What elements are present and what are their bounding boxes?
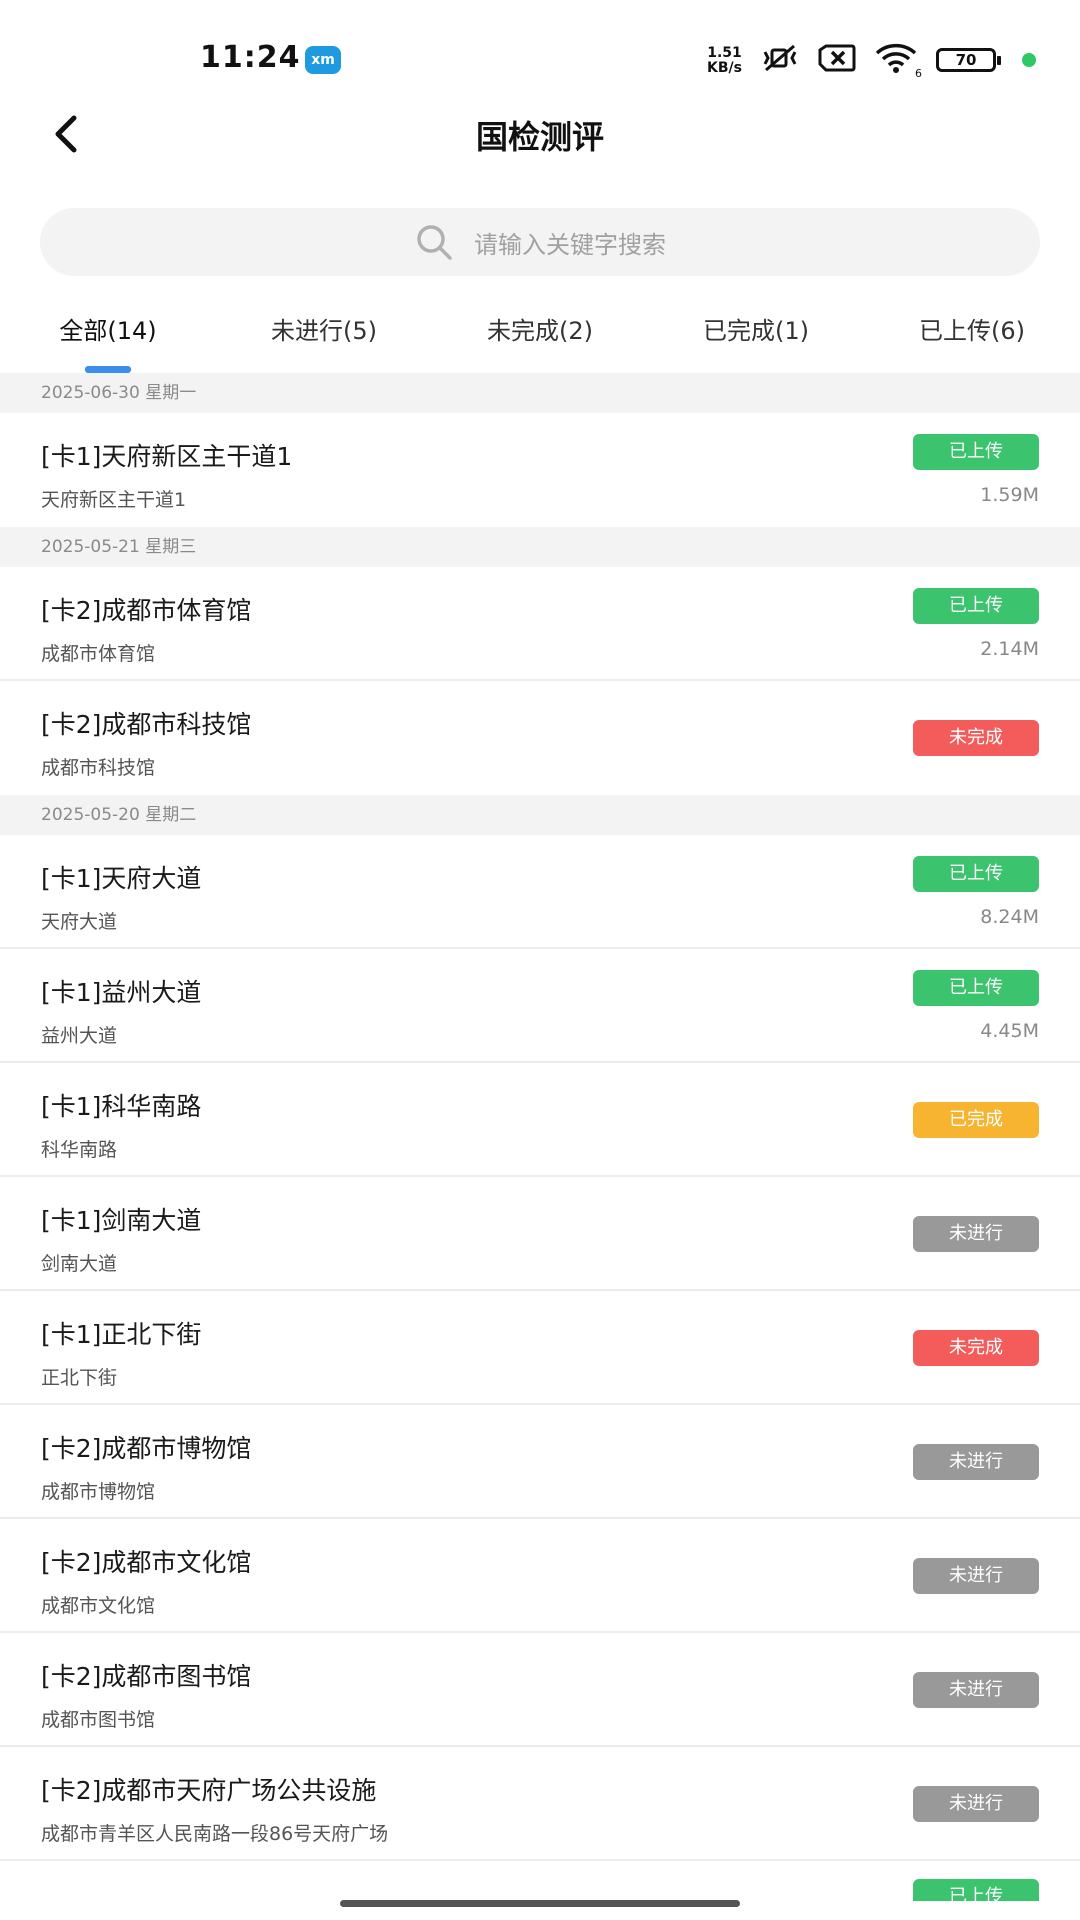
network-speed-value: 1.51 <box>707 45 742 61</box>
item-title: [卡2]成都市博物馆 <box>41 1434 252 1463</box>
status-icons: 6 70 <box>760 42 1036 80</box>
item-subtitle: 天府新区主干道1 <box>41 489 187 511</box>
status-time: 11:24 <box>200 40 301 75</box>
list-item[interactable]: [卡2]成都市科技馆成都市科技馆 未完成 <box>0 681 1080 795</box>
date-group-header: 2025-05-20 星期二 <box>0 795 1080 835</box>
item-subtitle: 剑南大道 <box>41 1253 118 1275</box>
mute-vibrate-icon <box>760 42 800 78</box>
status-badge: 未完成 <box>913 720 1039 756</box>
app-notification-icon: xm <box>305 46 341 74</box>
file-size: 2.14M <box>980 638 1039 660</box>
status-badge: 已上传 <box>913 970 1039 1006</box>
file-size: 1.59M <box>980 484 1039 506</box>
status-badge: 未进行 <box>913 1786 1039 1822</box>
list-item[interactable]: [卡1]天府新区主干道1 天府新区主干道1 已上传 1.59M <box>0 413 1080 527</box>
network-speed-unit: KB/s <box>707 60 742 76</box>
item-title: [卡1]天府大道 <box>41 864 202 893</box>
item-subtitle: 正北下街 <box>41 1367 118 1389</box>
item-title: [卡2]成都市天府广场公共设施 <box>41 1776 377 1805</box>
file-size: 8.24M <box>980 906 1039 928</box>
list-item[interactable]: [卡1]剑南大道剑南大道 未进行 <box>0 1177 1080 1291</box>
item-subtitle: 成都市科技馆 <box>41 757 156 779</box>
tab-completed[interactable]: 已完成(1) <box>648 296 864 372</box>
item-title: [卡1]剑南大道 <box>41 1206 202 1235</box>
item-subtitle: 成都市文化馆 <box>41 1595 156 1617</box>
file-size: 4.45M <box>980 1020 1039 1042</box>
item-title: [卡1]天府新区主干道1 <box>41 442 293 471</box>
tab-all[interactable]: 全部(14) <box>0 296 216 372</box>
item-subtitle: 成都市图书馆 <box>41 1709 156 1731</box>
tab-uploaded[interactable]: 已上传(6) <box>864 296 1080 372</box>
item-title: [卡1]益州大道 <box>41 978 202 1007</box>
list-item[interactable]: [卡2]成都市图书馆成都市图书馆 未进行 <box>0 1633 1080 1747</box>
item-title: [卡2]成都市图书馆 <box>41 1662 252 1691</box>
item-title: [卡1]正北下街 <box>41 1320 202 1349</box>
list-item[interactable]: [卡2]成都市博物馆成都市博物馆 未进行 <box>0 1405 1080 1519</box>
list-item[interactable]: [卡1]正北下街正北下街 未完成 <box>0 1291 1080 1405</box>
status-badge: 未完成 <box>913 1330 1039 1366</box>
list-item-partial[interactable]: 已上传 <box>0 1861 1080 1901</box>
status-badge: 已上传 <box>913 856 1039 892</box>
item-subtitle: 成都市博物馆 <box>41 1481 156 1503</box>
date-group-header: 2025-05-21 星期三 <box>0 527 1080 567</box>
item-title: [卡1]科华南路 <box>41 1092 202 1121</box>
search-input[interactable]: 请输入关键字搜索 <box>40 208 1040 276</box>
item-title: [卡2]成都市文化馆 <box>41 1548 252 1577</box>
header: 国检测评 <box>0 100 1080 170</box>
status-badge: 未进行 <box>913 1558 1039 1594</box>
status-badge: 已完成 <box>913 1102 1039 1138</box>
date-group-header: 2025-06-30 星期一 <box>0 373 1080 413</box>
item-title: [卡2]成都市科技馆 <box>41 710 252 739</box>
list-item[interactable]: [卡1]天府大道天府大道 已上传 8.24M <box>0 835 1080 949</box>
status-badge: 未进行 <box>913 1672 1039 1708</box>
filter-tabs: 全部(14) 未进行(5) 未完成(2) 已完成(1) 已上传(6) <box>0 296 1080 372</box>
item-subtitle: 成都市青羊区人民南路一段86号天府广场 <box>41 1823 389 1845</box>
home-indicator[interactable] <box>340 1900 740 1907</box>
active-tab-indicator <box>85 366 131 373</box>
record-list[interactable]: 2025-06-30 星期一 [卡1]天府新区主干道1 天府新区主干道1 已上传 1.5… <box>0 373 1080 1901</box>
status-badge: 未进行 <box>913 1216 1039 1252</box>
tab-incomplete[interactable]: 未完成(2) <box>432 296 648 372</box>
list-item[interactable]: [卡2]成都市文化馆成都市文化馆 未进行 <box>0 1519 1080 1633</box>
list-item[interactable]: [卡2]成都市体育馆成都市体育馆 已上传 2.14M <box>0 567 1080 681</box>
wifi-icon: 6 <box>874 42 922 80</box>
page-title: 国检测评 <box>475 118 604 156</box>
privacy-indicator-dot <box>1022 53 1036 67</box>
search-icon <box>417 225 452 260</box>
item-subtitle: 益州大道 <box>41 1025 118 1047</box>
search-placeholder: 请输入关键字搜索 <box>474 230 666 259</box>
status-badge: 已上传 <box>913 1879 1039 1901</box>
list-item[interactable]: [卡1]益州大道益州大道 已上传 4.45M <box>0 949 1080 1063</box>
battery-icon: 70 <box>936 48 1001 72</box>
list-item[interactable]: [卡2]成都市天府广场公共设施成都市青羊区人民南路一段86号天府广场 未进行 <box>0 1747 1080 1861</box>
list-item[interactable]: [卡1]科华南路科华南路 已完成 <box>0 1063 1080 1177</box>
tab-not-started[interactable]: 未进行(5) <box>216 296 432 372</box>
item-subtitle: 科华南路 <box>41 1139 118 1161</box>
item-subtitle: 成都市体育馆 <box>41 643 156 665</box>
status-badge: 未进行 <box>913 1444 1039 1480</box>
item-subtitle: 天府大道 <box>41 911 118 933</box>
sim-error-icon <box>818 43 856 77</box>
status-badge: 已上传 <box>913 588 1039 624</box>
wifi-label: 6 <box>915 67 922 80</box>
status-bar: 11:24 xm 1.51 KB/s 6 70 <box>0 0 1080 110</box>
network-speed: 1.51 KB/s <box>707 46 742 76</box>
screen: 11:24 xm 1.51 KB/s 6 70 国检测评 请输入关键字搜索 全部… <box>0 0 1080 1920</box>
item-title: [卡2]成都市体育馆 <box>41 596 252 625</box>
status-badge: 已上传 <box>913 434 1039 470</box>
